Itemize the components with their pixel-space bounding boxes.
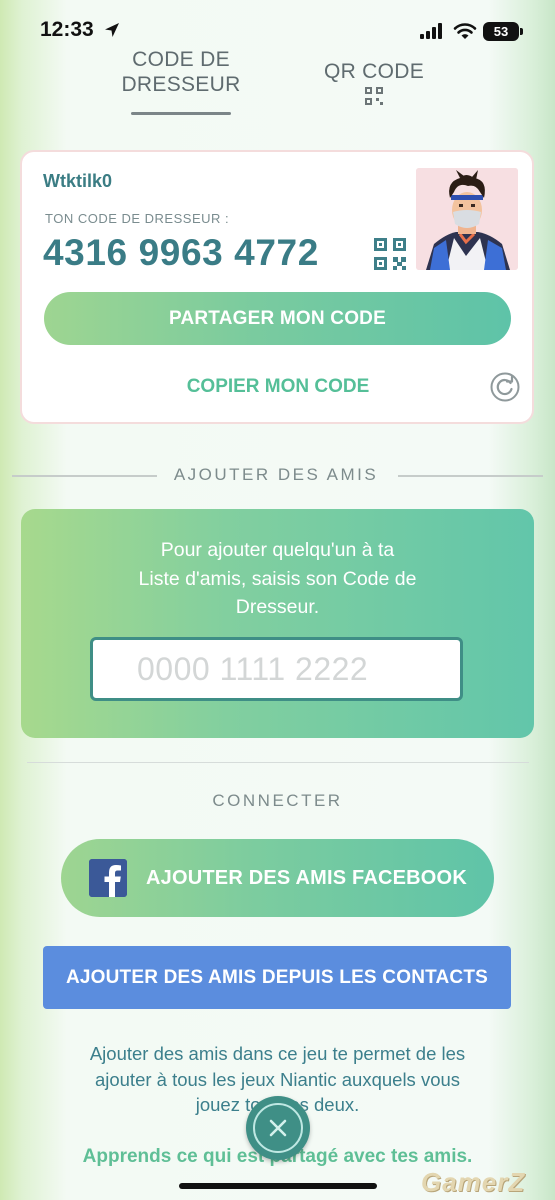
tab-trainer-code[interactable]: CODE DE DRESSEUR (120, 47, 242, 97)
add-friend-instructions: Pour ajouter quelqu'un à ta Liste d'amis… (80, 536, 475, 622)
add-friends-heading: AJOUTER DES AMIS (173, 465, 379, 484)
info-line: Ajouter des amis dans ce jeu te permet d… (89, 1043, 466, 1064)
cellular-signal-icon (420, 23, 442, 39)
location-arrow-icon (105, 23, 119, 37)
info-line: ajouter à tous les jeux Niantic auxquels… (94, 1068, 461, 1090)
tab-qr-code[interactable]: QR CODE (310, 59, 438, 84)
instruction-line: Pour ajouter quelqu'un à ta (160, 539, 395, 561)
instruction-line: Liste d'amis, saisis son Code de (138, 567, 417, 590)
connect-heading: CONNECTER (212, 791, 343, 810)
watermark: GamerZ (421, 1167, 526, 1197)
trainer-code-value: 4316 9963 4772 (43, 232, 319, 273)
refresh-icon[interactable] (490, 372, 520, 402)
battery-icon: 53 (483, 22, 523, 41)
divider (27, 762, 529, 763)
facebook-friends-label: AJOUTER DES AMIS FACEBOOK (146, 867, 467, 889)
instruction-line: Dresseur. (235, 596, 320, 618)
share-code-button[interactable]: PARTAGER MON CODE (44, 292, 511, 345)
friend-code-input[interactable] (90, 637, 463, 701)
trainer-code-label: TON CODE DE DRESSEUR : (45, 211, 230, 226)
active-tab-indicator (131, 112, 231, 115)
status-time: 12:33 (40, 18, 94, 41)
trainer-avatar (416, 168, 518, 270)
tab-trainer-code-line2: DRESSEUR (121, 73, 241, 96)
tab-qr-code-label: QR CODE (323, 60, 425, 83)
contacts-friends-button[interactable]: AJOUTER DES AMIS DEPUIS LES CONTACTS (43, 946, 511, 1009)
tab-trainer-code-line1: CODE DE (132, 48, 230, 71)
facebook-icon (89, 859, 127, 897)
copy-code-button[interactable]: COPIER MON CODE (140, 376, 416, 398)
avatar-illustration (416, 168, 518, 270)
wifi-icon (453, 23, 477, 39)
home-indicator[interactable] (179, 1183, 377, 1189)
close-icon (269, 1119, 287, 1137)
trainer-username: Wtktilk0 (43, 171, 113, 191)
qr-code-icon[interactable] (374, 238, 406, 270)
qr-code-icon (365, 87, 383, 105)
section-divider (398, 475, 543, 477)
section-divider (12, 475, 157, 477)
